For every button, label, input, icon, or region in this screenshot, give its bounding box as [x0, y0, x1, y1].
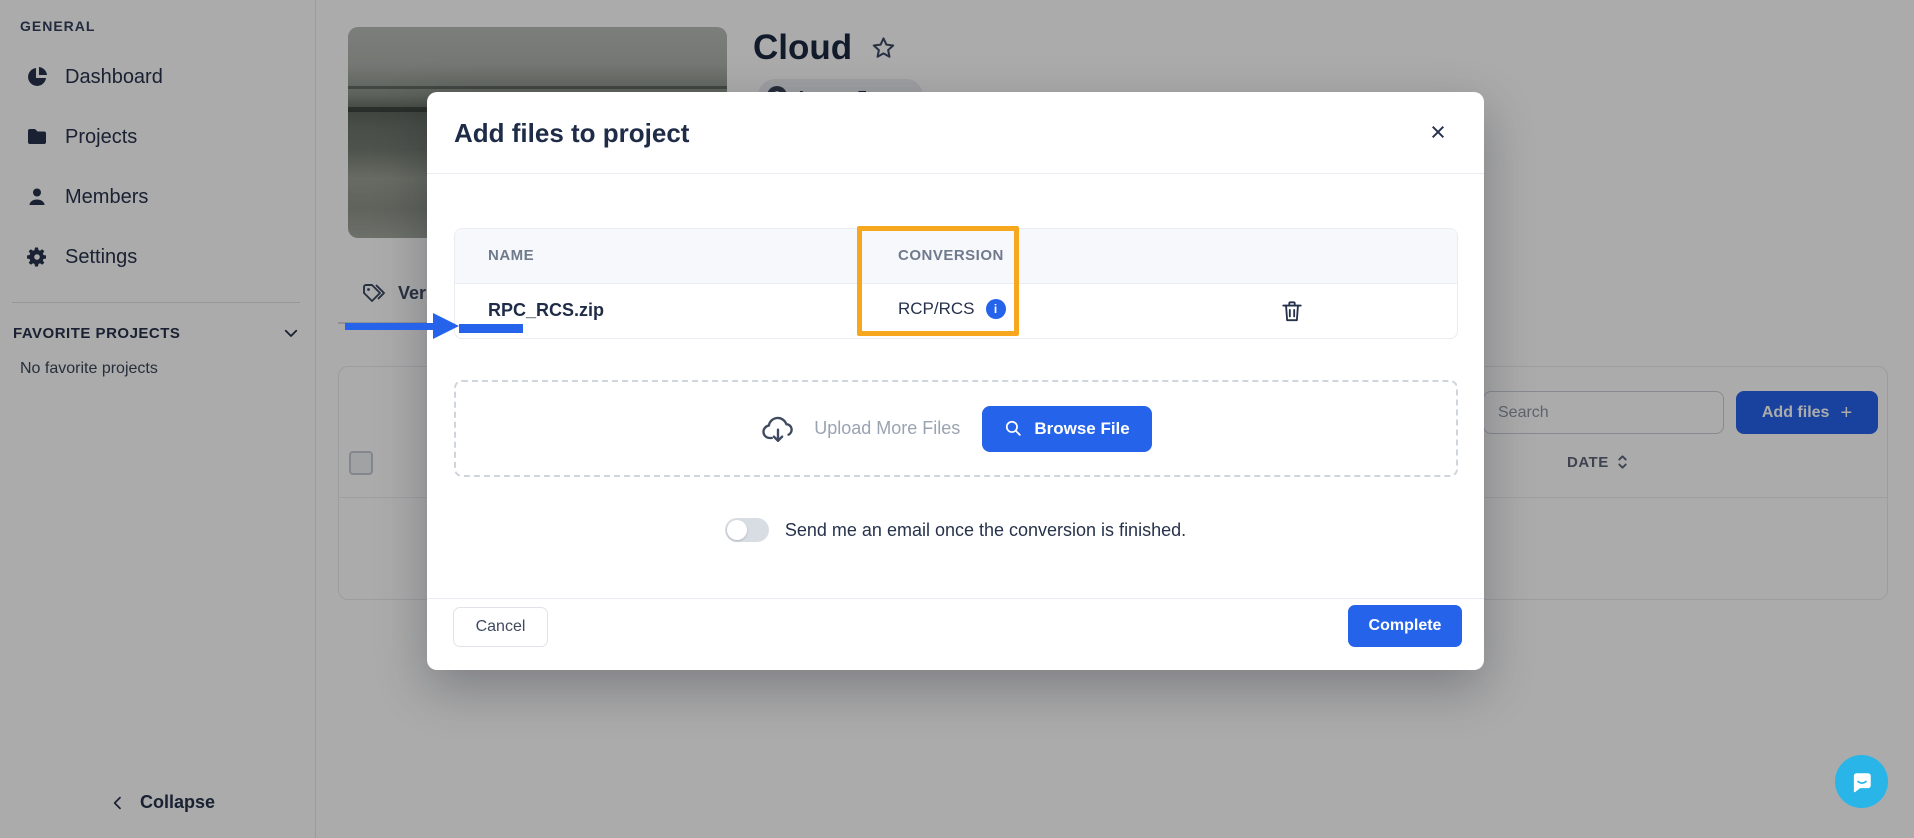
browse-file-label: Browse File: [1034, 419, 1129, 439]
email-toggle[interactable]: [725, 518, 769, 542]
chat-bubble-icon: [1848, 768, 1876, 796]
email-toggle-row: Send me an email once the conversion is …: [427, 518, 1484, 542]
toggle-knob: [727, 520, 747, 540]
conversion-value: RCP/RCS: [898, 299, 975, 319]
modal-title: Add files to project: [454, 118, 689, 149]
info-icon[interactable]: i: [986, 299, 1006, 319]
close-icon[interactable]: ×: [1420, 114, 1456, 150]
file-name: RPC_RCS.zip: [488, 300, 604, 321]
chat-widget-button[interactable]: [1835, 755, 1888, 808]
cancel-button[interactable]: Cancel: [453, 607, 548, 647]
table-header-row: NAME CONVERSION: [455, 229, 1457, 284]
file-conversion: RCP/RCS i: [898, 299, 1006, 319]
complete-button[interactable]: Complete: [1348, 605, 1462, 647]
column-header-conversion: CONVERSION: [898, 247, 1004, 264]
upload-dropzone[interactable]: Upload More Files Browse File: [454, 380, 1458, 477]
footer-divider: [427, 598, 1484, 599]
trash-icon[interactable]: [1279, 297, 1307, 325]
column-header-name: NAME: [488, 247, 534, 264]
upload-more-files-label: Upload More Files: [814, 418, 960, 439]
add-files-modal: Add files to project × NAME CONVERSION R…: [427, 92, 1484, 670]
app-root: GENERAL Dashboard Projects: [0, 0, 1914, 838]
browse-file-button[interactable]: Browse File: [982, 406, 1151, 452]
cloud-download-icon: [760, 412, 796, 446]
search-icon: [1004, 419, 1023, 438]
email-toggle-label: Send me an email once the conversion is …: [785, 520, 1186, 541]
modal-file-table: NAME CONVERSION RPC_RCS.zip RCP/RCS i: [454, 228, 1458, 339]
modal-header: Add files to project ×: [427, 92, 1484, 174]
table-row: RPC_RCS.zip RCP/RCS i: [455, 284, 1457, 338]
